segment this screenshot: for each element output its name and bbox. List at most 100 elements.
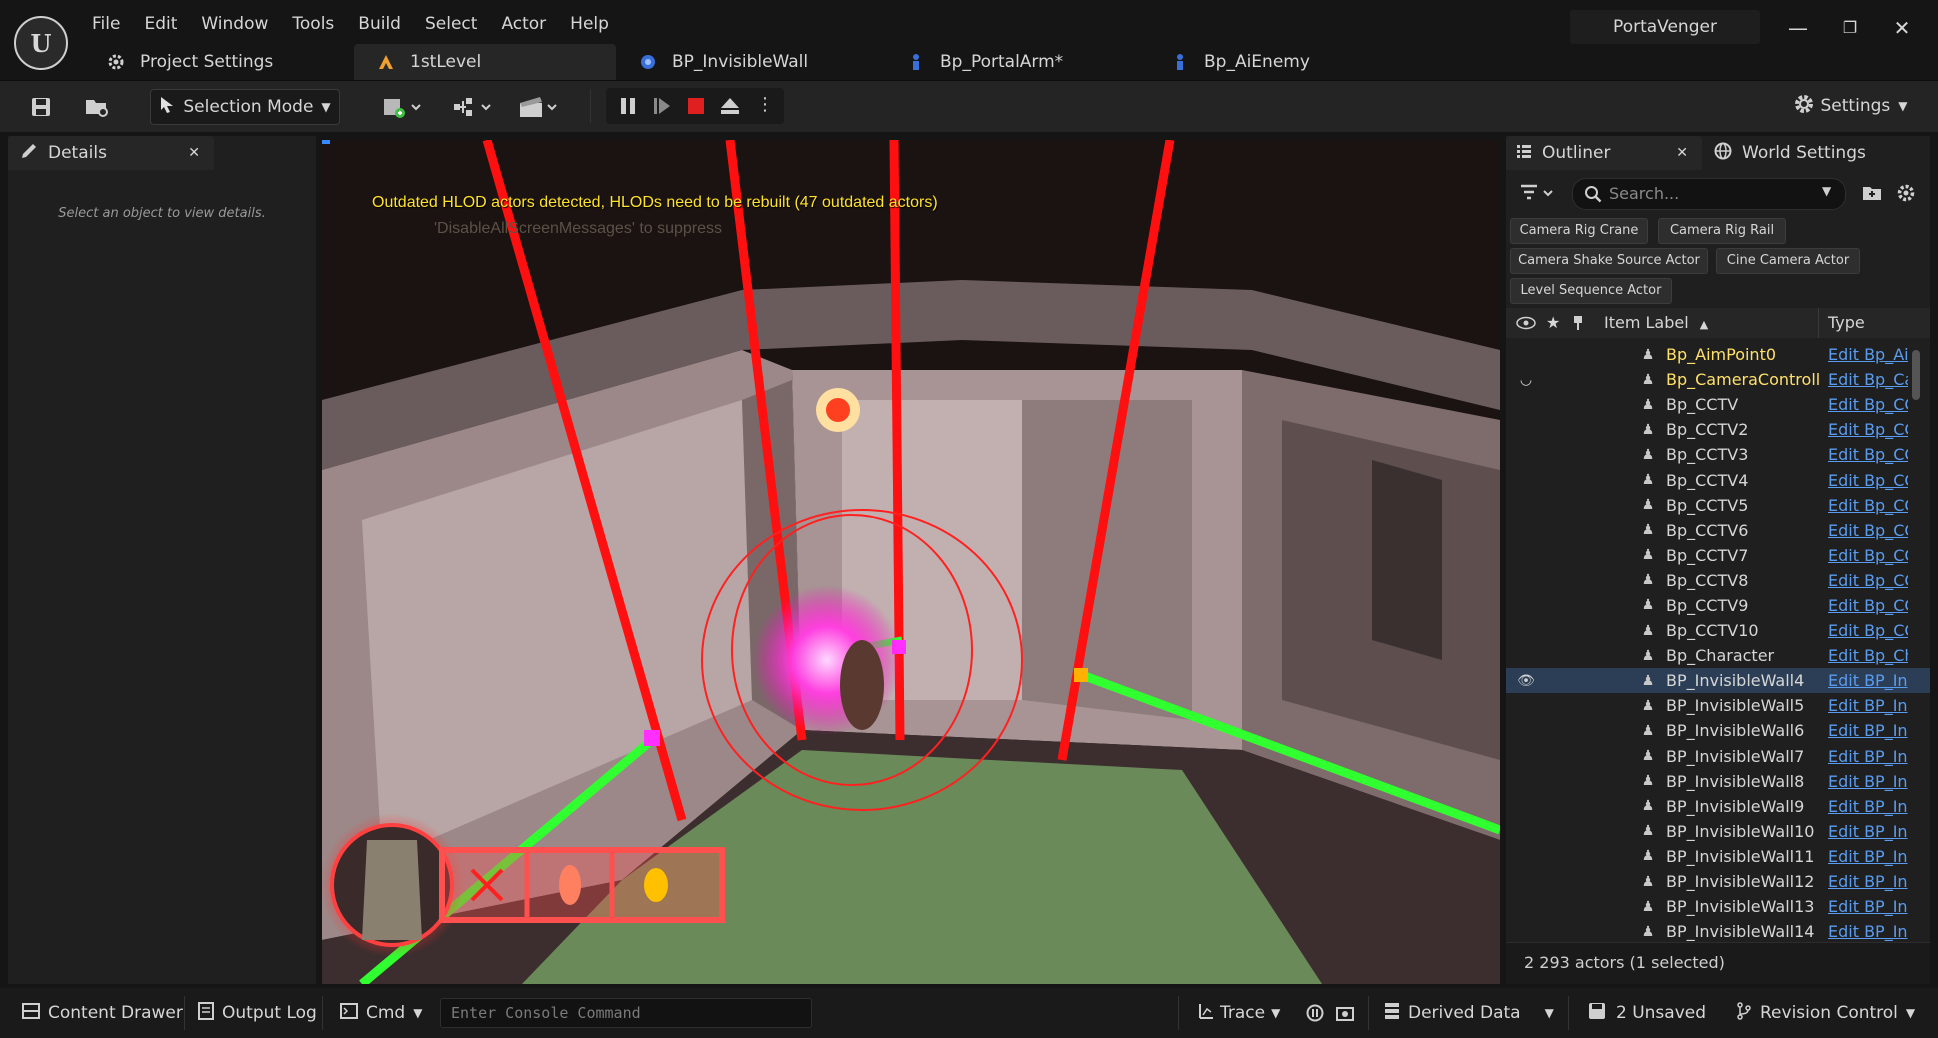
outliner-row[interactable]: ♟ Bp_CCTV8 Edit Bp_CC bbox=[1506, 568, 1930, 593]
tab-bp-invisiblewall[interactable]: BP_InvisibleWall bbox=[616, 44, 884, 80]
row-type-link[interactable]: Edit Bp_Ch bbox=[1828, 646, 1908, 665]
row-type-link[interactable]: Edit BP_In bbox=[1828, 747, 1908, 766]
tab-bp-aienemy[interactable]: Bp_AiEnemy bbox=[1148, 44, 1388, 80]
row-type-link[interactable]: Edit Bp_Ai bbox=[1828, 345, 1908, 364]
tab-1stlevel[interactable]: 1stLevel bbox=[354, 44, 616, 80]
star-icon[interactable]: ★ bbox=[1546, 308, 1560, 338]
row-type-link[interactable]: Edit Bp_CC bbox=[1828, 546, 1908, 565]
tab-bp-portalarm[interactable]: Bp_PortalArm* bbox=[884, 44, 1148, 80]
settings-button[interactable]: Settings ▼ bbox=[1780, 88, 1920, 124]
outliner-row[interactable]: ♟ BP_InvisibleWall7 Edit BP_In bbox=[1506, 744, 1930, 769]
pause-icon[interactable] bbox=[618, 96, 638, 120]
menu-window[interactable]: Window bbox=[189, 12, 280, 36]
outliner-row[interactable]: ♟ BP_InvisibleWall8 Edit BP_In bbox=[1506, 769, 1930, 794]
close-icon[interactable]: ✕ bbox=[1676, 145, 1688, 161]
outliner-row[interactable]: ♟ Bp_CCTV2 Edit Bp_CC bbox=[1506, 417, 1930, 442]
outliner-row[interactable]: ♟ Bp_CCTV5 Edit Bp_CC bbox=[1506, 493, 1930, 518]
outliner-row[interactable]: ♟ BP_InvisibleWall10 Edit BP_In bbox=[1506, 819, 1930, 844]
eye-icon[interactable]: 👁 bbox=[1516, 673, 1536, 689]
outliner-row[interactable]: ♟ Bp_CCTV7 Edit Bp_CC bbox=[1506, 543, 1930, 568]
stop-icon[interactable] bbox=[686, 96, 706, 120]
level-viewport[interactable]: Outdated HLOD actors detected, HLODs nee… bbox=[322, 140, 1500, 984]
row-type-link[interactable]: Edit BP_In bbox=[1828, 922, 1908, 941]
output-log-button[interactable]: Output Log bbox=[198, 988, 317, 1038]
step-icon[interactable] bbox=[652, 96, 672, 120]
menu-build[interactable]: Build bbox=[346, 12, 413, 36]
filter-chip[interactable]: Cine Camera Actor bbox=[1716, 248, 1860, 274]
close-icon[interactable]: ✕ bbox=[1888, 14, 1916, 42]
row-type-link[interactable]: Edit BP_In bbox=[1828, 772, 1908, 791]
add-actor-button[interactable] bbox=[378, 89, 426, 125]
minimize-icon[interactable]: — bbox=[1784, 14, 1812, 42]
eye-icon[interactable] bbox=[1516, 308, 1536, 340]
outliner-row[interactable]: ♟ BP_InvisibleWall11 Edit BP_In bbox=[1506, 844, 1930, 869]
trace-dropdown[interactable]: Trace ▼ bbox=[1198, 988, 1280, 1038]
item-label-column[interactable]: Item Label ▲ bbox=[1604, 308, 1708, 340]
save-icon[interactable] bbox=[26, 89, 56, 125]
tab-project-settings[interactable]: Project Settings bbox=[84, 44, 354, 80]
outliner-row[interactable]: 👁 ♟ BP_InvisibleWall4 Edit BP_In bbox=[1506, 668, 1930, 694]
details-tab[interactable]: Details ✕ bbox=[8, 136, 214, 170]
outliner-row[interactable]: ♟ BP_InvisibleWall12 Edit BP_In bbox=[1506, 869, 1930, 894]
menu-file[interactable]: File bbox=[80, 12, 132, 36]
outliner-row[interactable]: ♟ Bp_Character Edit Bp_Ch bbox=[1506, 643, 1930, 668]
row-type-link[interactable]: Edit Bp_CC bbox=[1828, 571, 1908, 590]
menu-actor[interactable]: Actor bbox=[489, 12, 558, 36]
menu-edit[interactable]: Edit bbox=[132, 12, 189, 36]
gear-icon[interactable] bbox=[1896, 183, 1916, 207]
menu-help[interactable]: Help bbox=[558, 12, 621, 36]
search-input[interactable]: Search... bbox=[1572, 178, 1846, 210]
outliner-row[interactable]: ♟ Bp_CCTV3 Edit Bp_CC bbox=[1506, 442, 1930, 467]
add-folder-icon[interactable] bbox=[1862, 184, 1882, 206]
row-type-link[interactable]: Edit Bp_CC bbox=[1828, 445, 1908, 464]
outliner-row[interactable]: ♟ Bp_CCTV4 Edit Bp_CC bbox=[1506, 467, 1930, 492]
outliner-row[interactable]: ♟ Bp_CCTV6 Edit Bp_CC bbox=[1506, 518, 1930, 543]
filter-icon[interactable] bbox=[1520, 184, 1556, 206]
screenshot-icon[interactable] bbox=[1336, 988, 1354, 1038]
browse-icon[interactable] bbox=[80, 89, 114, 125]
menu-tools[interactable]: Tools bbox=[280, 12, 346, 36]
tab-world-settings[interactable]: World Settings bbox=[1714, 136, 1866, 170]
filter-chip[interactable]: Camera Rig Rail bbox=[1658, 218, 1786, 244]
chevron-down-icon[interactable]: ▼ bbox=[1822, 184, 1831, 198]
restore-icon[interactable]: ❐ bbox=[1836, 14, 1864, 42]
outliner-row[interactable]: ♟ Bp_CCTV10 Edit Bp_CC bbox=[1506, 618, 1930, 643]
unreal-logo[interactable]: U bbox=[14, 16, 68, 70]
row-type-link[interactable]: Edit BP_In bbox=[1828, 897, 1908, 916]
derived-data-dropdown[interactable]: Derived Data ▼ bbox=[1384, 988, 1554, 1038]
row-type-link[interactable]: Edit BP_In bbox=[1828, 721, 1908, 740]
row-type-link[interactable]: Edit Bp_CC bbox=[1828, 395, 1908, 414]
eject-icon[interactable] bbox=[720, 96, 740, 120]
outliner-row[interactable]: ♟ Bp_CCTV9 Edit Bp_CC bbox=[1506, 593, 1930, 618]
row-type-link[interactable]: Edit BP_In bbox=[1828, 872, 1908, 891]
row-type-link[interactable]: Edit Bp_CC bbox=[1828, 420, 1908, 439]
pin-icon[interactable] bbox=[1572, 308, 1584, 341]
record-icon[interactable] bbox=[1306, 988, 1324, 1038]
row-type-link[interactable]: Edit BP_In bbox=[1828, 822, 1908, 841]
row-type-link[interactable]: Edit Bp_Ca bbox=[1828, 370, 1908, 389]
row-type-link[interactable]: Edit BP_In bbox=[1828, 671, 1908, 690]
console-input[interactable]: Enter Console Command bbox=[440, 998, 812, 1028]
close-icon[interactable]: ✕ bbox=[188, 145, 200, 161]
selection-mode-dropdown[interactable]: Selection Mode ▼ bbox=[150, 89, 340, 125]
outliner-row[interactable]: ♟ Bp_AimPoint0 Edit Bp_Ai bbox=[1506, 342, 1930, 367]
row-type-link[interactable]: Edit BP_In bbox=[1828, 847, 1908, 866]
outliner-scrollbar[interactable] bbox=[1912, 350, 1920, 400]
row-type-link[interactable]: Edit Bp_CC bbox=[1828, 596, 1908, 615]
filter-chip[interactable]: Camera Shake Source Actor bbox=[1510, 248, 1708, 274]
more-options-icon[interactable]: ⋮ bbox=[756, 94, 774, 115]
outliner-row[interactable]: ♟ BP_InvisibleWall5 Edit BP_In bbox=[1506, 693, 1930, 718]
tab-outliner[interactable]: Outliner ✕ bbox=[1506, 136, 1702, 170]
menu-select[interactable]: Select bbox=[413, 12, 489, 36]
row-type-link[interactable]: Edit Bp_CC bbox=[1828, 621, 1908, 640]
row-type-link[interactable]: Edit Bp_CC bbox=[1828, 521, 1908, 540]
row-type-link[interactable]: Edit Bp_CC bbox=[1828, 471, 1908, 490]
row-type-link[interactable]: Edit BP_In bbox=[1828, 696, 1908, 715]
type-column[interactable]: Type bbox=[1828, 308, 1865, 338]
filter-chip[interactable]: Level Sequence Actor bbox=[1510, 278, 1672, 304]
outliner-row[interactable]: ♟ BP_InvisibleWall14 Edit BP_In bbox=[1506, 919, 1930, 942]
filter-chip[interactable]: Camera Rig Crane bbox=[1510, 218, 1648, 244]
outliner-row[interactable]: ♟ BP_InvisibleWall13 Edit BP_In bbox=[1506, 894, 1930, 919]
outliner-row[interactable]: ♟ BP_InvisibleWall9 Edit BP_In bbox=[1506, 794, 1930, 819]
blueprint-menu-button[interactable] bbox=[448, 89, 496, 125]
